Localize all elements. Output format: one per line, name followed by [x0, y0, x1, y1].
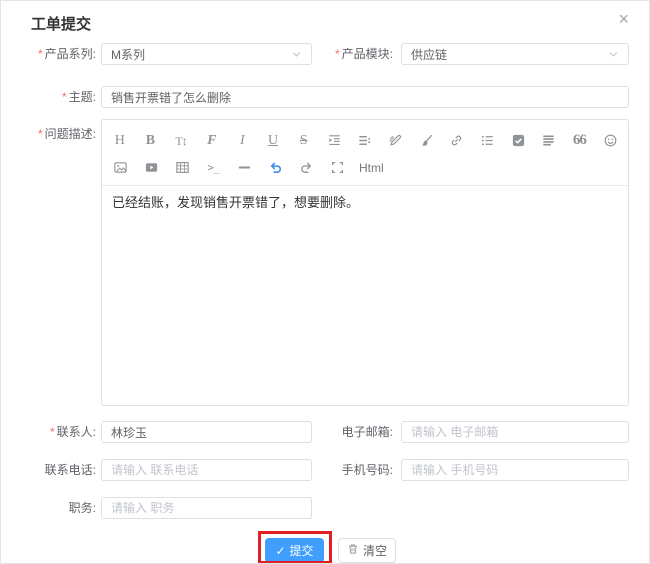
rich-text-editor: H B T↕ F I U S 66 >_ Html 已经结账，发现销售开票错了，想要删除。 — [101, 119, 629, 406]
chevron-down-icon — [291, 49, 302, 60]
html-icon[interactable]: Html — [359, 157, 384, 179]
subject-label: * 主题: — [61, 90, 96, 104]
todo-icon[interactable] — [509, 130, 527, 152]
contact-name-label: * 联系人: — [49, 425, 96, 439]
bold-icon[interactable]: B — [142, 130, 160, 152]
emoji-icon[interactable] — [601, 130, 619, 152]
submit-button-label: 提交 — [289, 544, 314, 558]
required-mark: * — [37, 127, 43, 141]
bulleted-list-icon[interactable] — [479, 130, 497, 152]
font-family-icon[interactable]: F — [203, 130, 221, 152]
contact-name-input[interactable] — [101, 421, 312, 443]
line-height-icon[interactable] — [356, 130, 374, 152]
heading-icon[interactable]: H — [111, 130, 129, 152]
trash-icon — [347, 543, 359, 558]
product-series-value: M系列 — [111, 47, 145, 62]
background-color-icon[interactable] — [417, 130, 435, 152]
indent-icon[interactable] — [325, 130, 343, 152]
email-label: 电子邮箱: — [341, 425, 393, 439]
font-color-icon[interactable] — [387, 130, 405, 152]
editor-toolbar: H B T↕ F I U S 66 >_ Html — [102, 120, 628, 186]
mobile-label: 手机号码: — [341, 463, 393, 477]
editor-content[interactable]: 已经结账，发现销售开票错了，想要删除。 — [102, 186, 628, 380]
job-title-input[interactable] — [101, 497, 312, 519]
divider-icon[interactable] — [235, 157, 253, 179]
undo-icon[interactable] — [266, 157, 284, 179]
dialog-title: 工单提交 — [31, 16, 92, 33]
required-mark: * — [49, 425, 55, 439]
product-series-label: * 产品系列: — [37, 47, 96, 61]
product-series-select[interactable]: M系列 — [101, 43, 312, 65]
product-module-value: 供应链 — [411, 47, 448, 62]
required-mark: * — [37, 47, 43, 61]
toolbar-row-2: >_ Html — [111, 154, 619, 181]
check-icon: ✓ — [275, 543, 286, 558]
video-icon[interactable] — [142, 157, 160, 179]
fullscreen-icon[interactable] — [328, 157, 346, 179]
job-title-label: 职务: — [68, 501, 96, 515]
quote-icon[interactable]: 66 — [571, 130, 589, 152]
close-icon[interactable]: × — [618, 9, 629, 29]
code-icon[interactable]: >_ — [204, 157, 222, 179]
table-icon[interactable] — [173, 157, 191, 179]
required-mark: * — [61, 90, 67, 104]
italic-icon[interactable]: I — [234, 130, 252, 152]
product-module-select[interactable]: 供应链 — [401, 43, 629, 65]
telephone-label: 联系电话: — [44, 463, 96, 477]
font-size-icon[interactable]: T↕ — [172, 130, 190, 152]
telephone-input[interactable] — [101, 459, 312, 481]
clear-button[interactable]: 清空 — [338, 538, 396, 563]
mobile-input[interactable] — [401, 459, 629, 481]
strikethrough-icon[interactable]: S — [295, 130, 313, 152]
work-order-dialog: 工单提交 × *产品系列: M系列 *产品模块: 供应链 *主题: *问题描述:… — [0, 0, 650, 564]
submit-button[interactable]: ✓ 提交 — [265, 538, 324, 563]
image-icon[interactable] — [111, 157, 129, 179]
underline-icon[interactable]: U — [264, 130, 282, 152]
clear-button-label: 清空 — [362, 544, 387, 558]
subject-input[interactable] — [101, 86, 629, 108]
email-input[interactable] — [401, 421, 629, 443]
link-icon[interactable] — [448, 130, 466, 152]
toolbar-row-1: H B T↕ F I U S 66 — [111, 127, 619, 154]
chevron-down-icon — [608, 49, 619, 60]
redo-icon[interactable] — [297, 157, 315, 179]
description-label: * 问题描述: — [37, 127, 96, 141]
product-module-label: * 产品模块: — [334, 47, 393, 61]
required-mark: * — [334, 47, 340, 61]
justify-icon[interactable] — [540, 130, 558, 152]
